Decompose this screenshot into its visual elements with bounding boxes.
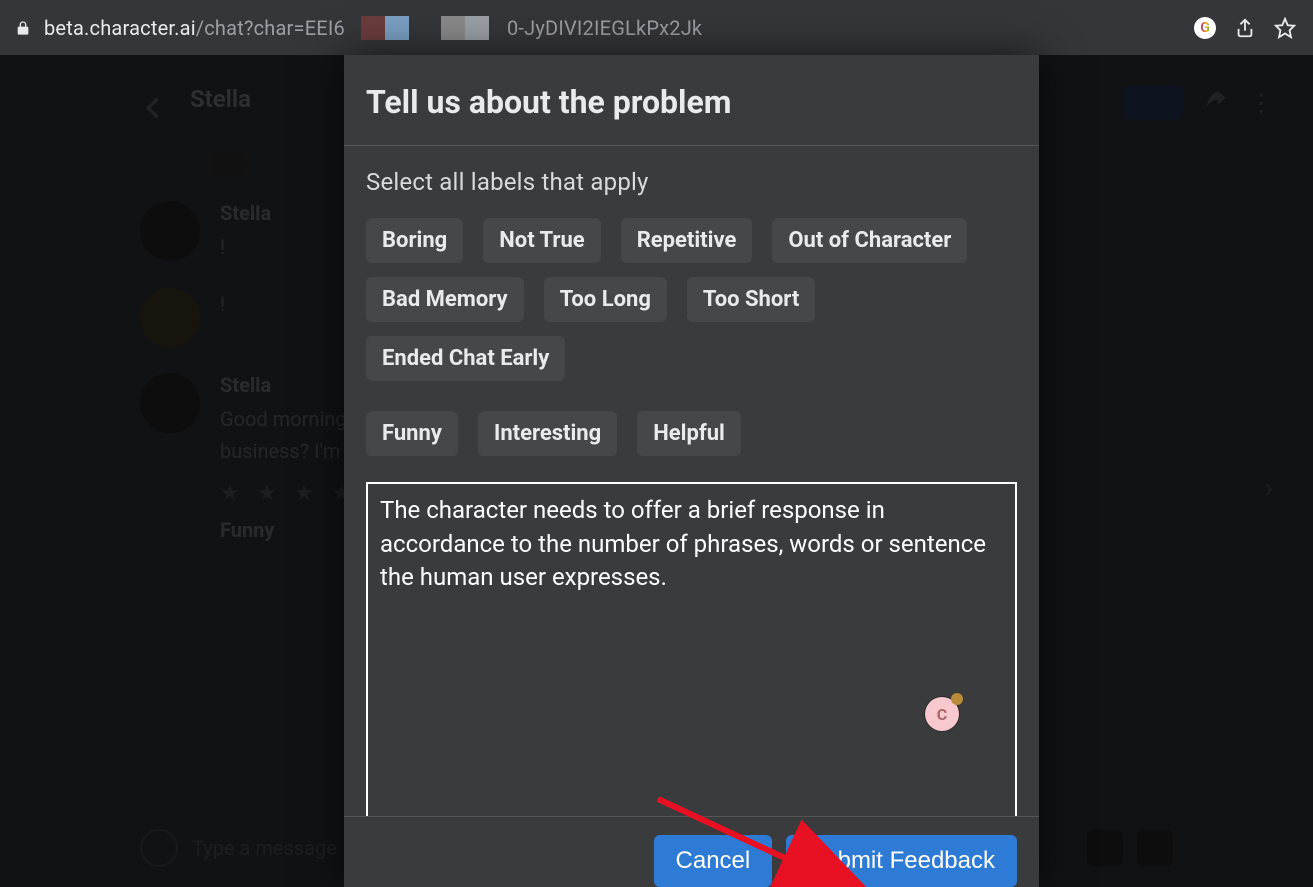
url-text[interactable]: beta.character.ai/chat?char=EEI6	[44, 16, 345, 40]
chip-too-short[interactable]: Too Short	[687, 277, 815, 322]
submit-feedback-button[interactable]: Submit Feedback	[786, 835, 1017, 887]
avatar	[140, 288, 200, 348]
input-tool-2[interactable]	[1137, 830, 1173, 866]
url-tail: 0-JyDIVI2IEGLkPx2Jk	[507, 16, 702, 40]
chip-bad-memory[interactable]: Bad Memory	[366, 277, 524, 322]
chip-ended-chat-early[interactable]: Ended Chat Early	[366, 336, 565, 381]
share-icon[interactable]	[1231, 14, 1259, 42]
chip-interesting[interactable]: Interesting	[478, 411, 617, 456]
feedback-textarea[interactable]	[366, 482, 1017, 816]
chip-repetitive[interactable]: Repetitive	[621, 218, 753, 263]
kebab-menu-icon[interactable]: ⋮	[1249, 89, 1273, 117]
quick-tag[interactable]: Funny	[220, 518, 274, 542]
header-pill[interactable]	[1123, 85, 1183, 120]
modal-subhead: Select all labels that apply	[366, 168, 1017, 196]
input-tool-1[interactable]	[1087, 830, 1123, 866]
redaction-block-1	[361, 16, 409, 40]
chip-out-of-character[interactable]: Out of Character	[772, 218, 967, 263]
google-account-icon[interactable]: G	[1191, 14, 1219, 42]
modal-footer: Cancel Submit Feedback	[344, 816, 1039, 887]
character-subtitle	[190, 113, 251, 132]
avatar	[140, 373, 200, 433]
cancel-button[interactable]: Cancel	[654, 835, 773, 887]
browser-address-bar: beta.character.ai/chat?char=EEI6 0-JyDIV…	[0, 0, 1313, 55]
chip-funny[interactable]: Funny	[366, 411, 458, 456]
label-chip-row-positive: Funny Interesting Helpful	[366, 411, 1017, 456]
next-message-icon[interactable]: ›	[1265, 471, 1273, 504]
bookmark-star-icon[interactable]	[1271, 14, 1299, 42]
chip-helpful[interactable]: Helpful	[637, 411, 741, 456]
lock-icon	[14, 19, 32, 37]
attach-icon[interactable]	[140, 829, 178, 867]
chip-boring[interactable]: Boring	[366, 218, 463, 263]
chip-not-true[interactable]: Not True	[483, 218, 600, 263]
label-chip-row-negative: Boring Not True Repetitive Out of Charac…	[366, 218, 1017, 381]
feedback-modal: Tell us about the problem Select all lab…	[344, 55, 1039, 887]
redaction-block-2	[441, 16, 489, 40]
back-icon[interactable]	[140, 94, 170, 124]
context-badge	[210, 152, 247, 176]
grammarly-icon[interactable]: C	[925, 697, 959, 731]
avatar	[140, 201, 200, 261]
chip-too-long[interactable]: Too Long	[544, 277, 667, 322]
modal-title: Tell us about the problem	[344, 55, 1039, 146]
feedback-textarea-wrap: C	[366, 482, 1017, 816]
share-arrow-icon[interactable]	[1203, 88, 1229, 118]
url-path: /chat?char=EEI6	[196, 16, 345, 40]
url-host: beta.character.ai	[44, 16, 196, 40]
character-title: Stella	[190, 85, 251, 113]
